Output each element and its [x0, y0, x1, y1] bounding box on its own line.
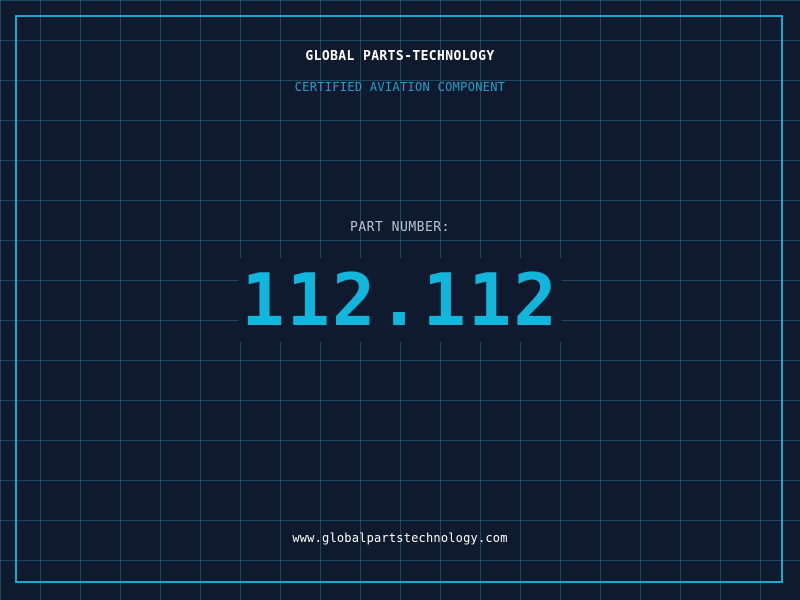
- part-number-label: PART NUMBER:: [350, 220, 450, 235]
- company-name: GLOBAL PARTS-TECHNOLOGY: [305, 49, 495, 64]
- website-url: www.globalpartstechnology.com: [292, 531, 508, 545]
- certification-subtitle: CERTIFIED AVIATION COMPONENT: [294, 80, 506, 94]
- part-number-value: 112.112: [241, 258, 559, 342]
